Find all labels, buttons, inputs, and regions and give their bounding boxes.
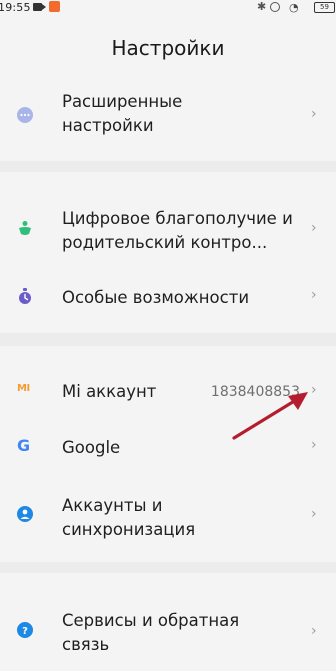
page-title: Настройки bbox=[111, 36, 225, 60]
app-notification-icon bbox=[49, 1, 60, 12]
settings-row-services-feedback-label: Сервисы и обратная связь bbox=[62, 611, 240, 654]
chevron-right-icon: › bbox=[311, 623, 317, 639]
bluetooth-icon: ✱ bbox=[257, 0, 267, 13]
settings-row-mi-account-label: Mi аккаунт bbox=[62, 382, 157, 401]
status-time: 19:55 bbox=[0, 1, 31, 14]
accessibility-icon bbox=[19, 288, 31, 304]
more-dots-icon bbox=[17, 107, 33, 123]
settings-row-google-label: Google bbox=[62, 438, 121, 457]
settings-row-services-feedback[interactable]: ? Сервисы и обратная связь › bbox=[0, 605, 336, 665]
google-g-icon: G bbox=[17, 436, 31, 455]
help-icon: ? bbox=[17, 622, 33, 638]
chevron-right-icon: › bbox=[311, 106, 317, 122]
mi-logo-icon: MI bbox=[17, 383, 30, 394]
wifi-icon: ◔ bbox=[289, 1, 299, 14]
settings-row-accounts-sync[interactable]: Аккаунты и синхронизация › bbox=[0, 488, 336, 546]
alarm-icon bbox=[270, 2, 280, 12]
digital-wellbeing-icon bbox=[19, 221, 31, 235]
settings-row-advanced[interactable]: Расширенные настройки › bbox=[0, 88, 336, 152]
section-divider bbox=[0, 333, 336, 346]
settings-row-digital-wellbeing-label: Цифровое благополучие и родительский кон… bbox=[62, 209, 293, 252]
settings-row-advanced-label: Расширенные настройки bbox=[62, 92, 183, 135]
annotation-arrow-icon bbox=[232, 392, 308, 440]
chevron-right-icon: › bbox=[311, 382, 317, 398]
chevron-right-icon: › bbox=[311, 220, 317, 236]
battery-icon: 59 bbox=[314, 2, 335, 13]
settings-row-accessibility-label: Особые возможности bbox=[62, 288, 250, 307]
svg-text:?: ? bbox=[22, 626, 28, 637]
video-notification-icon bbox=[33, 3, 46, 11]
person-icon bbox=[17, 506, 33, 522]
chevron-right-icon: › bbox=[311, 437, 317, 453]
settings-row-accessibility[interactable]: Особые возможности › bbox=[0, 280, 336, 316]
settings-row-accounts-sync-label: Аккаунты и синхронизация bbox=[62, 496, 196, 539]
section-divider bbox=[0, 161, 336, 172]
chevron-right-icon: › bbox=[311, 287, 317, 303]
settings-row-digital-wellbeing[interactable]: Цифровое благополучие и родительский кон… bbox=[0, 204, 336, 262]
section-divider bbox=[0, 562, 336, 573]
chevron-right-icon: › bbox=[311, 506, 317, 522]
status-bar: 19:55 ✱ ◔ 59 bbox=[0, 0, 336, 16]
